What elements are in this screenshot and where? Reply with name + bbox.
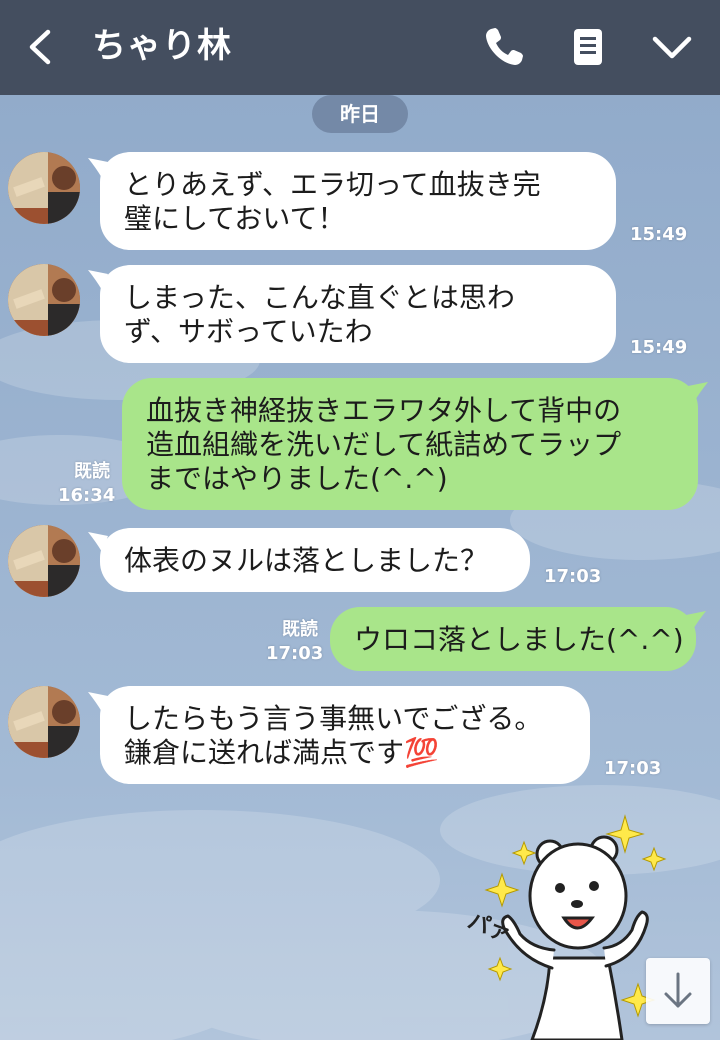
message-time: 17:03: [544, 566, 602, 587]
message-bubble[interactable]: 血抜き神経抜きエラワタ外して背中の 造血組織を洗いだして紙詰めてラップ まではや…: [122, 378, 698, 510]
message-time: 15:49: [630, 337, 688, 358]
scroll-to-bottom-button[interactable]: [646, 958, 710, 1024]
avatar[interactable]: [8, 152, 80, 224]
phone-icon[interactable]: [482, 25, 526, 69]
avatar[interactable]: [8, 686, 80, 758]
chat-header: ちゃり林: [0, 0, 720, 95]
message-line: しまった、こんな直ぐとは思わ: [124, 281, 515, 314]
chevron-left-icon[interactable]: [20, 24, 60, 70]
message-line: まではやりました(^.^): [146, 462, 448, 495]
message-time: 17:03: [266, 643, 324, 664]
bubble-tail: [688, 382, 708, 402]
message-line: 造血組織を洗いだして紙詰めてラップ: [146, 428, 622, 461]
read-label: 既読: [282, 619, 318, 640]
message-line: 鎌倉に送れば満点です💯: [124, 736, 439, 769]
message-bubble[interactable]: したらもう言う事無いでござる。 鎌倉に送れば満点です💯: [100, 686, 590, 784]
chat-title: ちゃり林: [92, 26, 232, 66]
message-line: 血抜き神経抜きエラワタ外して背中の: [146, 394, 622, 427]
message-bubble[interactable]: しまった、こんな直ぐとは思わ ず、サボっていたわ: [100, 265, 616, 363]
chevron-down-icon[interactable]: [650, 25, 694, 69]
read-receipt: 既読 16:34: [58, 460, 116, 508]
arrow-down-icon: [664, 972, 692, 1008]
message-line: ウロコ落としました(^.^): [354, 623, 684, 656]
message-bubble[interactable]: とりあえず、エラ切って血抜き完 璧にしておいて！: [100, 152, 616, 250]
avatar[interactable]: [8, 264, 80, 336]
message-time: 17:03: [604, 758, 662, 779]
message-line: 璧にしておいて！: [124, 202, 346, 235]
message-line: 体表のヌルは落としました？: [124, 544, 489, 577]
read-label: 既読: [74, 461, 110, 482]
message-bubble[interactable]: 体表のヌルは落としました？: [100, 528, 530, 592]
message-line: ず、サボっていたわ: [124, 315, 373, 348]
message-time: 16:34: [58, 485, 116, 506]
document-icon[interactable]: [566, 25, 610, 69]
message-bubble[interactable]: ウロコ落としました(^.^): [330, 607, 696, 671]
message-line: したらもう言う事無いでござる。: [124, 702, 543, 735]
bubble-tail: [686, 611, 706, 631]
message-line: とりあえず、エラ切って血抜き完: [124, 168, 541, 201]
sticker-text: パァ: [464, 909, 514, 948]
message-time: 15:49: [630, 224, 688, 245]
avatar[interactable]: [8, 525, 80, 597]
read-receipt: 既読 17:03: [266, 618, 324, 666]
date-divider: 昨日: [312, 95, 408, 133]
